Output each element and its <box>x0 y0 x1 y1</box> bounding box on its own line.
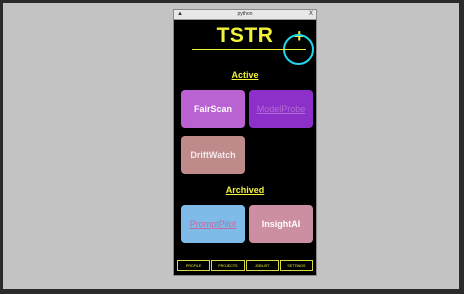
project-tile-promptpilot[interactable]: PromptPilot <box>181 205 245 243</box>
project-tile-modelprobe[interactable]: ModelProbe <box>249 90 313 128</box>
section-archived-heading: Archived <box>225 185 265 195</box>
bottom-nav: PROFILE PROJECTS JOBLIST SETTINGS <box>177 260 313 271</box>
app-window: ▲ python X TSTR + Active FairScan ModelP… <box>173 9 317 276</box>
window-title: python <box>237 11 253 17</box>
window-titlebar[interactable]: ▲ python X <box>174 10 316 20</box>
project-tile-fairscan[interactable]: FairScan <box>181 90 245 128</box>
nav-joblist[interactable]: JOBLIST <box>245 260 279 271</box>
close-icon[interactable]: X <box>309 10 313 19</box>
nav-projects[interactable]: PROJECTS <box>211 260 245 271</box>
nav-profile[interactable]: PROFILE <box>177 260 211 271</box>
desktop: ▲ python X TSTR + Active FairScan ModelP… <box>3 3 459 289</box>
window-menu-icon[interactable]: ▲ <box>177 10 183 19</box>
title-divider <box>192 49 306 50</box>
nav-settings[interactable]: SETTINGS <box>279 260 313 271</box>
project-tile-driftwatch[interactable]: DriftWatch <box>181 136 245 174</box>
project-tile-insightai[interactable]: InsightAI <box>249 205 313 243</box>
section-active-heading: Active <box>231 70 259 80</box>
